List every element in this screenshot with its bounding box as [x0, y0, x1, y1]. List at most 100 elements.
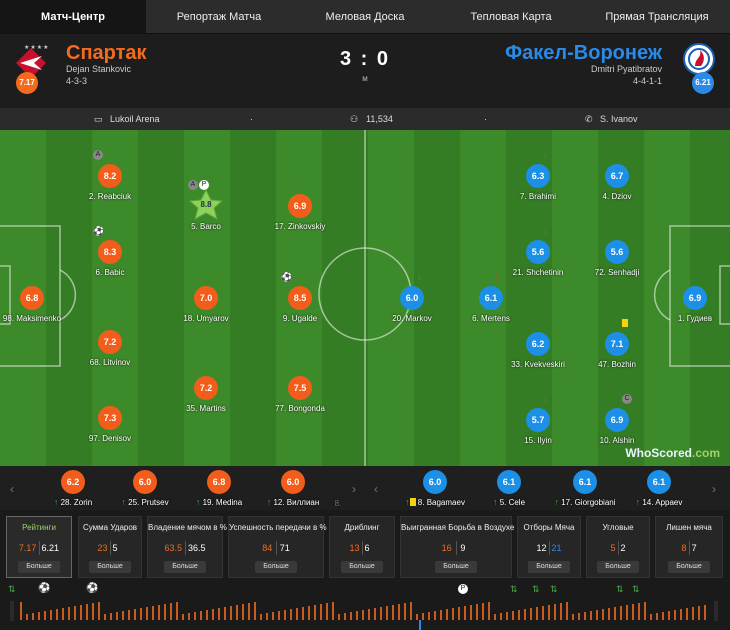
- player-brahimi[interactable]: ↓ 6.3 7. Brahimi: [493, 150, 583, 201]
- player-alshin[interactable]: C 6.9 10. Alshin: [572, 394, 662, 445]
- player-ilyin[interactable]: ↓ 5.7 15. Ilyin: [493, 394, 583, 445]
- player-name: 8.: [334, 499, 342, 508]
- timeline-bar: [308, 606, 310, 620]
- tab-chalkboard[interactable]: Меловая Доска: [292, 0, 438, 33]
- sub-truncated[interactable]: 8.: [318, 496, 358, 508]
- sub-on-arrow-icon: ↑: [554, 497, 560, 507]
- timeline-bar: [128, 610, 130, 620]
- player-rating: 6.0: [400, 286, 424, 310]
- more-button[interactable]: Больше: [668, 561, 710, 573]
- player-denisov[interactable]: 7.3 97. Denisov: [65, 406, 155, 443]
- timeline-bar: [560, 603, 562, 620]
- stat-corners[interactable]: Угловые 52 Больше: [586, 516, 650, 578]
- timeline-bar: [680, 609, 682, 620]
- stadium-name: Lukoil Arena: [110, 114, 160, 124]
- timeline-bar: [620, 606, 622, 620]
- swap-icon: ⇅: [510, 584, 518, 594]
- player-rating: 7.2: [98, 330, 122, 354]
- penalty-icon: P: [199, 180, 209, 190]
- sub-on-arrow-icon: ↑: [195, 497, 201, 507]
- chevron-right-icon[interactable]: ›: [352, 482, 356, 496]
- chevron-left-icon[interactable]: ‹: [10, 482, 14, 496]
- stat-dispossessed[interactable]: Лишен мяча 87 Больше: [655, 516, 723, 578]
- player-ugalde[interactable]: ⚽ ↓ 8.5 9. Ugalde: [255, 272, 345, 323]
- player-name: 6. Babic: [95, 268, 125, 277]
- player-rating: 6.9: [288, 194, 312, 218]
- timeline-bar: [362, 610, 364, 620]
- timeline-bar: [80, 605, 82, 620]
- sub-cele[interactable]: 6.1 ↑ 5. Cele: [466, 470, 552, 507]
- sub-off-arrow-icon: ↓: [191, 272, 196, 283]
- player-martins[interactable]: ↓ 7.2 35. Martins: [161, 362, 251, 413]
- stat-possession[interactable]: Владение мячом в % 63.5 36.5 Больше: [147, 516, 227, 578]
- player-gudiev[interactable]: 6.9 1. Гудиев: [650, 286, 730, 323]
- timeline-bar: [380, 607, 382, 620]
- player-rating: 5.6: [605, 240, 629, 264]
- timeline-bar: [248, 603, 250, 620]
- player-shchetinin[interactable]: ↓ 5.6 21. Shchetinin: [493, 226, 583, 277]
- sub-off-arrow-icon: ↓: [191, 362, 196, 373]
- match-tabs: Матч-Центр Репортаж Матча Меловая Доска …: [0, 0, 730, 34]
- player-name: 7. Brahimi: [519, 192, 556, 201]
- player-maksimenko[interactable]: 6.8 98. Maksimenko: [0, 286, 77, 323]
- player-markov[interactable]: ↓ 6.0 20. Markov: [367, 272, 457, 323]
- sub-appaev[interactable]: 6.1 ↑ 14. Appaev: [616, 470, 702, 507]
- sub-off-arrow-icon: ↓: [543, 226, 548, 237]
- timeline-bar: [218, 608, 220, 620]
- chevron-left-icon[interactable]: ‹: [374, 482, 378, 496]
- more-button[interactable]: Больше: [341, 561, 383, 573]
- player-dziov[interactable]: 6.7 4. Dziov: [572, 164, 662, 201]
- more-button[interactable]: Больше: [597, 561, 639, 573]
- tab-match-report[interactable]: Репортаж Матча: [146, 0, 292, 33]
- timeline-bar: [20, 602, 22, 620]
- stat-total-shots[interactable]: Сумма Ударов 23 5 Больше: [78, 516, 142, 578]
- more-button[interactable]: Больше: [435, 561, 477, 573]
- timeline-bar: [290, 609, 292, 620]
- stat-dribbles[interactable]: Дриблинг 13 6 Больше: [329, 516, 395, 578]
- timeline-bar: [332, 602, 334, 620]
- player-litvinov[interactable]: 7.2 68. Litvinov: [65, 330, 155, 367]
- timeline-bar: [236, 605, 238, 620]
- player-rating: 6.0: [423, 470, 447, 494]
- away-team-name[interactable]: Факел-Воронеж: [505, 42, 662, 65]
- player-mertens[interactable]: ↓ 6.1 6. Mertens: [446, 272, 536, 323]
- more-button[interactable]: Больше: [89, 561, 131, 573]
- player-reabciuk[interactable]: A 8.2 2. Reabciuk: [65, 150, 155, 201]
- tab-live[interactable]: Прямая Трансляция: [584, 0, 730, 33]
- timeline-bar: [182, 614, 184, 620]
- player-name: 47. Bozhin: [598, 360, 636, 369]
- sub-on-arrow-icon: ↑: [492, 497, 498, 507]
- whoscored-watermark: WhoScored.com: [625, 446, 720, 460]
- player-name: 21. Shchetinin: [512, 268, 564, 277]
- player-rating: 8.5: [288, 286, 312, 310]
- stat-ratings[interactable]: Рейтинги 7.17 6.21 Больше: [6, 516, 72, 578]
- more-button[interactable]: Больше: [18, 561, 60, 573]
- stat-tackles[interactable]: Отборы Мяча 12 21 Больше: [517, 516, 581, 578]
- player-kvekveskiri[interactable]: 6.2 33. Kvekveskiri: [493, 332, 583, 369]
- more-button[interactable]: Больше: [255, 561, 297, 573]
- swap-icon: ⇅: [550, 584, 558, 594]
- player-umyarov[interactable]: ↓ 7.0 18. Umyarov: [161, 272, 251, 323]
- player-babic[interactable]: ⚽ 8.3 6. Babic: [65, 226, 155, 277]
- player-bozhin[interactable]: 7.1 47. Bozhin: [572, 319, 662, 369]
- player-senhadji[interactable]: 5.6 72. Senhadji: [572, 240, 662, 277]
- timeline-bar: [698, 606, 700, 620]
- more-button[interactable]: Больше: [164, 561, 206, 573]
- tab-match-centre[interactable]: Матч-Центр: [0, 0, 146, 33]
- more-button[interactable]: Больше: [528, 561, 570, 573]
- timeline-bar: [704, 605, 706, 620]
- tab-heatmap[interactable]: Тепловая Карта: [438, 0, 584, 33]
- stat-pass-accuracy[interactable]: Успешность передачи в % 84 71 Больше: [228, 516, 327, 578]
- player-zinkovskiy[interactable]: ↓ 6.9 17. Zinkovskiy: [255, 180, 345, 231]
- match-timeline[interactable]: ⇅ ⚽ ⚽ P ⇅ ⇅ ⇅ ⇅ ⇅: [0, 582, 730, 630]
- chevron-right-icon[interactable]: ›: [712, 482, 716, 496]
- player-barco[interactable]: A P 8.8 5. Barco: [161, 180, 251, 231]
- timeline-bar: [254, 602, 256, 620]
- player-bongonda[interactable]: ↓ 7.5 77. Bongonda: [255, 362, 345, 413]
- player-name: 10. Alshin: [599, 436, 635, 445]
- timeline-bar: [386, 606, 388, 620]
- player-name: 25. Prutsev: [128, 498, 169, 507]
- timeline-bar: [410, 602, 412, 620]
- away-formation: 4-4-1-1: [632, 76, 662, 86]
- stat-aerials-won[interactable]: Выигранная Борьба в Воздухе 16 9 Больше: [400, 516, 514, 578]
